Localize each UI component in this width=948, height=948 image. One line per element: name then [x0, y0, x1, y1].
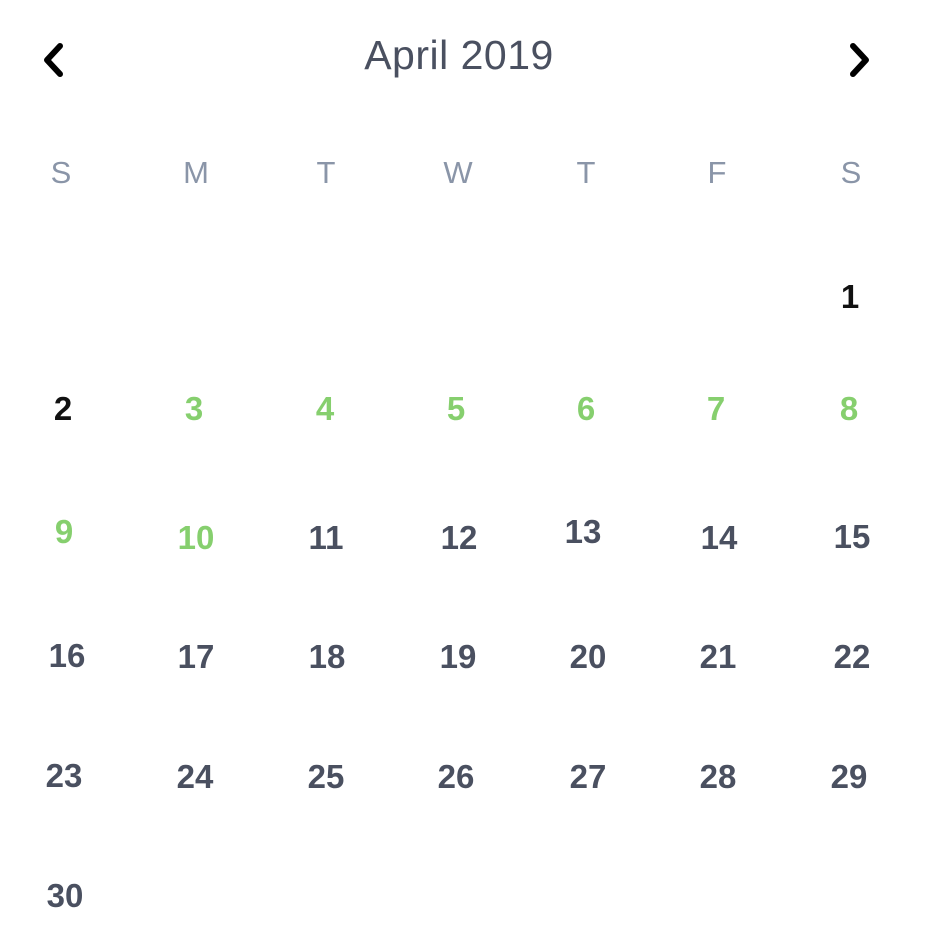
day-cell[interactable]: 26 [411, 749, 501, 805]
day-cell[interactable]: 18 [282, 629, 372, 685]
day-cell[interactable]: 19 [413, 629, 503, 685]
day-cell[interactable]: 5 [411, 381, 501, 437]
day-cell[interactable]: 1 [805, 269, 895, 325]
day-cell[interactable]: 13 [538, 504, 628, 560]
day-cell[interactable]: 23 [19, 748, 109, 804]
days-grid: 1 2 3 4 5 6 7 8 9 10 11 12 13 14 15 16 1… [0, 0, 948, 948]
day-cell[interactable]: 15 [807, 509, 897, 565]
day-cell[interactable]: 24 [150, 749, 240, 805]
day-cell[interactable]: 12 [414, 510, 504, 566]
day-cell[interactable]: 20 [543, 629, 633, 685]
day-cell[interactable]: 22 [807, 629, 897, 685]
day-cell[interactable]: 30 [20, 868, 110, 924]
calendar: April 2019 S M T W T F S 1 2 3 4 5 6 7 8… [0, 0, 948, 948]
day-cell[interactable]: 10 [151, 510, 241, 566]
day-cell[interactable]: 11 [281, 510, 371, 566]
day-cell[interactable]: 3 [149, 381, 239, 437]
day-cell[interactable]: 9 [19, 504, 109, 560]
day-cell[interactable]: 4 [280, 381, 370, 437]
day-cell[interactable]: 29 [804, 749, 894, 805]
day-cell[interactable]: 7 [671, 381, 761, 437]
day-cell[interactable]: 6 [541, 381, 631, 437]
day-cell[interactable]: 21 [673, 629, 763, 685]
day-cell[interactable]: 14 [674, 510, 764, 566]
day-cell[interactable]: 8 [804, 381, 894, 437]
day-cell[interactable]: 16 [22, 628, 112, 684]
day-cell[interactable]: 27 [543, 749, 633, 805]
day-cell[interactable]: 25 [281, 749, 371, 805]
day-cell[interactable]: 17 [151, 629, 241, 685]
day-cell[interactable]: 2 [18, 381, 108, 437]
day-cell[interactable]: 28 [673, 749, 763, 805]
